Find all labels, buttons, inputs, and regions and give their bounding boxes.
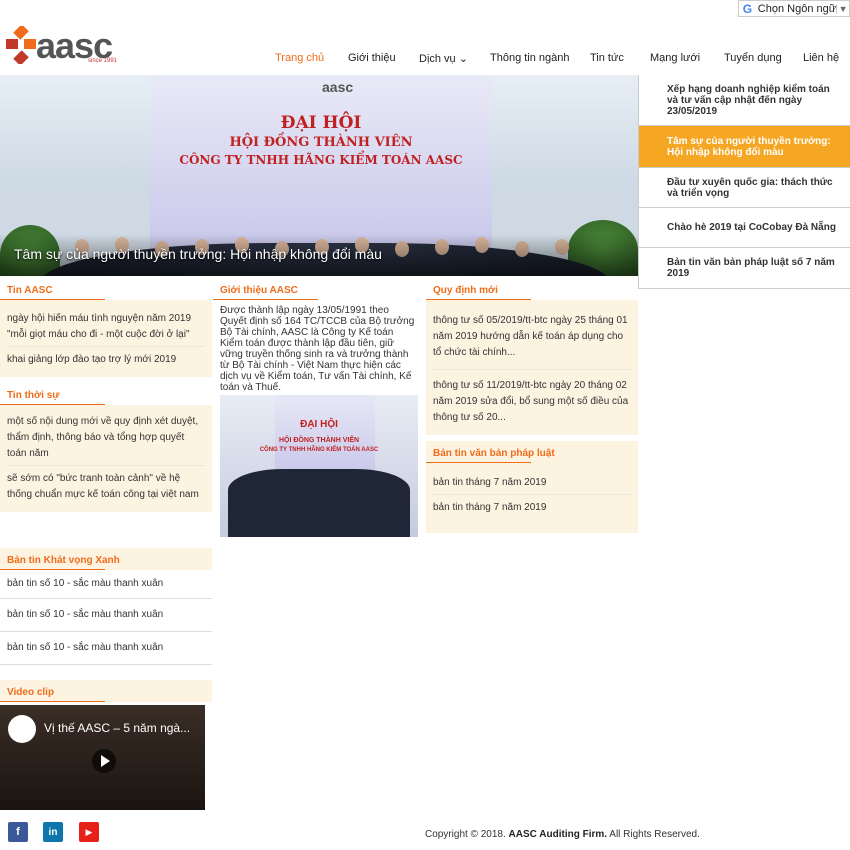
banner-title-3: CÔNG TY TNHH HÃNG KIỂM TOÁN AASC <box>179 153 463 167</box>
video-player[interactable]: Vị thế AASC – 5 năm ngà... <box>0 705 205 810</box>
section-title-phap-luat[interactable]: Bản tin văn bản pháp luật <box>426 441 638 463</box>
youtube-icon[interactable]: ▶ <box>79 822 99 842</box>
language-label: Chọn Ngôn ngữ <box>757 2 837 15</box>
section-title-video[interactable]: Video clip <box>0 680 212 702</box>
aasc-logo[interactable]: aasc since 1991 <box>6 24 121 68</box>
intro-photo-title-2: HỘI ĐỒNG THÀNH VIÊN <box>278 437 360 444</box>
nav-item-industry-info[interactable]: Thông tin ngành <box>490 52 570 64</box>
list-item[interactable]: bản tin số 10 - sắc màu thanh xuân <box>0 570 212 599</box>
play-icon[interactable] <box>92 749 116 773</box>
intro-photo-title-1: ĐẠI HỘI <box>300 419 338 430</box>
column-right: Quy định mới thông tư số 05/2019/tt-btc … <box>426 278 638 533</box>
intro-photo: ĐẠI HỘI HỘI ĐỒNG THÀNH VIÊN CÔNG TY TNHH… <box>220 395 418 537</box>
list-item[interactable]: khai giảng lớp đào tạo trợ lý mới 2019 <box>7 347 205 371</box>
list-item[interactable]: một số nội dung mới về quy định xét duyệ… <box>7 409 205 466</box>
hero-banner: aasc ĐẠI HỘI HỘI ĐỒNG THÀNH VIÊN CÔNG TY… <box>150 75 492 250</box>
nav-item-contact[interactable]: Liên hệ <box>803 52 839 64</box>
tin-thoi-su-list: một số nội dung mới về quy định xét duyệ… <box>0 405 212 512</box>
phap-luat-list: bản tin tháng 7 năm 2019 bản tin tháng 7… <box>426 463 638 533</box>
nav-item-home[interactable]: Trang chủ <box>275 52 324 64</box>
side-news-item[interactable]: Đầu tư xuyên quốc gia: thách thức và tri… <box>638 168 850 208</box>
copyright: Copyright © 2018. AASC Auditing Firm. Al… <box>425 829 700 840</box>
section-title-tin-aasc[interactable]: Tin AASC <box>0 278 212 300</box>
banner-title-1: ĐẠI HỘI <box>280 113 362 133</box>
logo-mark-icon <box>6 26 36 64</box>
hero-slideshow[interactable]: aasc ĐẠI HỘI HỘI ĐỒNG THÀNH VIÊN CÔNG TY… <box>0 75 638 276</box>
side-news-item-active[interactable]: Tâm sự của người thuyền trưởng: Hội nhập… <box>638 126 850 168</box>
intro-photo-title-3: CÔNG TY TNHH HÃNG KIỂM TOÁN AASC <box>259 447 379 453</box>
nav-item-careers[interactable]: Tuyển dụng <box>724 52 782 64</box>
list-item[interactable]: bản tin tháng 7 năm 2019 <box>433 495 631 519</box>
intro-text: Được thành lập ngày 13/05/1991 theo Quyế… <box>220 305 415 393</box>
section-title-khat-vong[interactable]: Bản tin Khát vọng Xanh <box>0 548 212 570</box>
side-news-item[interactable]: Chào hè 2019 tại CoCobay Đà Nẵng <box>638 208 850 248</box>
video-title[interactable]: Vị thế AASC – 5 năm ngà... <box>44 721 190 735</box>
main-nav: Trang chủ Giới thiệu Dịch vụ ⌄ Thông tin… <box>262 52 850 68</box>
list-item[interactable]: bản tin tháng 7 năm 2019 <box>433 467 631 495</box>
side-news-item[interactable]: Xếp hạng doanh nghiệp kiểm toán và tư vấ… <box>638 75 850 126</box>
column-middle: Giới thiệu AASC Được thành lập ngày 13/0… <box>213 278 425 397</box>
banner-title-2: HỘI ĐỒNG THÀNH VIÊN <box>229 135 413 150</box>
channel-logo <box>8 715 36 743</box>
section-title-quy-dinh[interactable]: Quy định mới <box>426 278 638 300</box>
section-title-gioi-thieu[interactable]: Giới thiệu AASC <box>213 278 425 300</box>
google-icon: G <box>742 1 753 16</box>
list-item[interactable]: bản tin số 10 - sắc màu thanh xuân <box>0 599 212 632</box>
nav-item-services[interactable]: Dịch vụ ⌄ <box>419 52 468 65</box>
copyright-suffix: All Rights Reserved. <box>609 829 700 840</box>
linkedin-icon[interactable]: in <box>43 822 63 842</box>
quy-dinh-list: thông tư số 05/2019/tt-btc ngày 25 tháng… <box>426 300 638 435</box>
chevron-down-icon: ▼ <box>836 3 849 14</box>
list-item[interactable]: ngày hội hiến máu tình nguyện năm 2019 "… <box>7 306 205 347</box>
nav-item-news[interactable]: Tin tức <box>590 52 624 64</box>
logo-since: since 1991 <box>88 58 118 64</box>
side-news-item[interactable]: Bản tin văn bản pháp luật số 7 năm 2019 <box>638 248 850 289</box>
copyright-firm: AASC Auditing Firm. <box>508 829 608 840</box>
khat-vong-section: Bản tin Khát vọng Xanh bản tin số 10 - s… <box>0 548 212 665</box>
side-news-list: Xếp hạng doanh nghiệp kiểm toán và tư vấ… <box>638 75 850 289</box>
list-item[interactable]: bản tin số 10 - sắc màu thanh xuân <box>0 632 212 665</box>
facebook-icon[interactable]: f <box>8 822 28 842</box>
video-section: Video clip <box>0 680 212 702</box>
column-left: Tin AASC ngày hội hiến máu tình nguyện n… <box>0 278 212 512</box>
nav-item-network[interactable]: Mạng lưới <box>650 52 700 64</box>
tin-aasc-list: ngày hội hiến máu tình nguyện năm 2019 "… <box>0 300 212 377</box>
list-item[interactable]: thông tư số 05/2019/tt-btc ngày 25 tháng… <box>433 308 631 370</box>
list-item[interactable]: thông tư số 11/2019/tt-btc ngày 20 tháng… <box>433 370 631 429</box>
language-selector[interactable]: G Chọn Ngôn ngữ ▼ <box>738 0 850 17</box>
banner-logo: aasc <box>322 79 354 95</box>
hero-caption[interactable]: Tâm sự của người thuyền trưởng: Hội nhập… <box>14 246 382 262</box>
section-title-tin-thoi-su[interactable]: Tin thời sự <box>0 383 212 405</box>
nav-item-about[interactable]: Giới thiệu <box>348 52 396 64</box>
list-item[interactable]: sẽ sớm có "bức tranh toàn cảnh" về hệ th… <box>7 466 205 506</box>
copyright-prefix: Copyright © 2018. <box>425 829 506 840</box>
